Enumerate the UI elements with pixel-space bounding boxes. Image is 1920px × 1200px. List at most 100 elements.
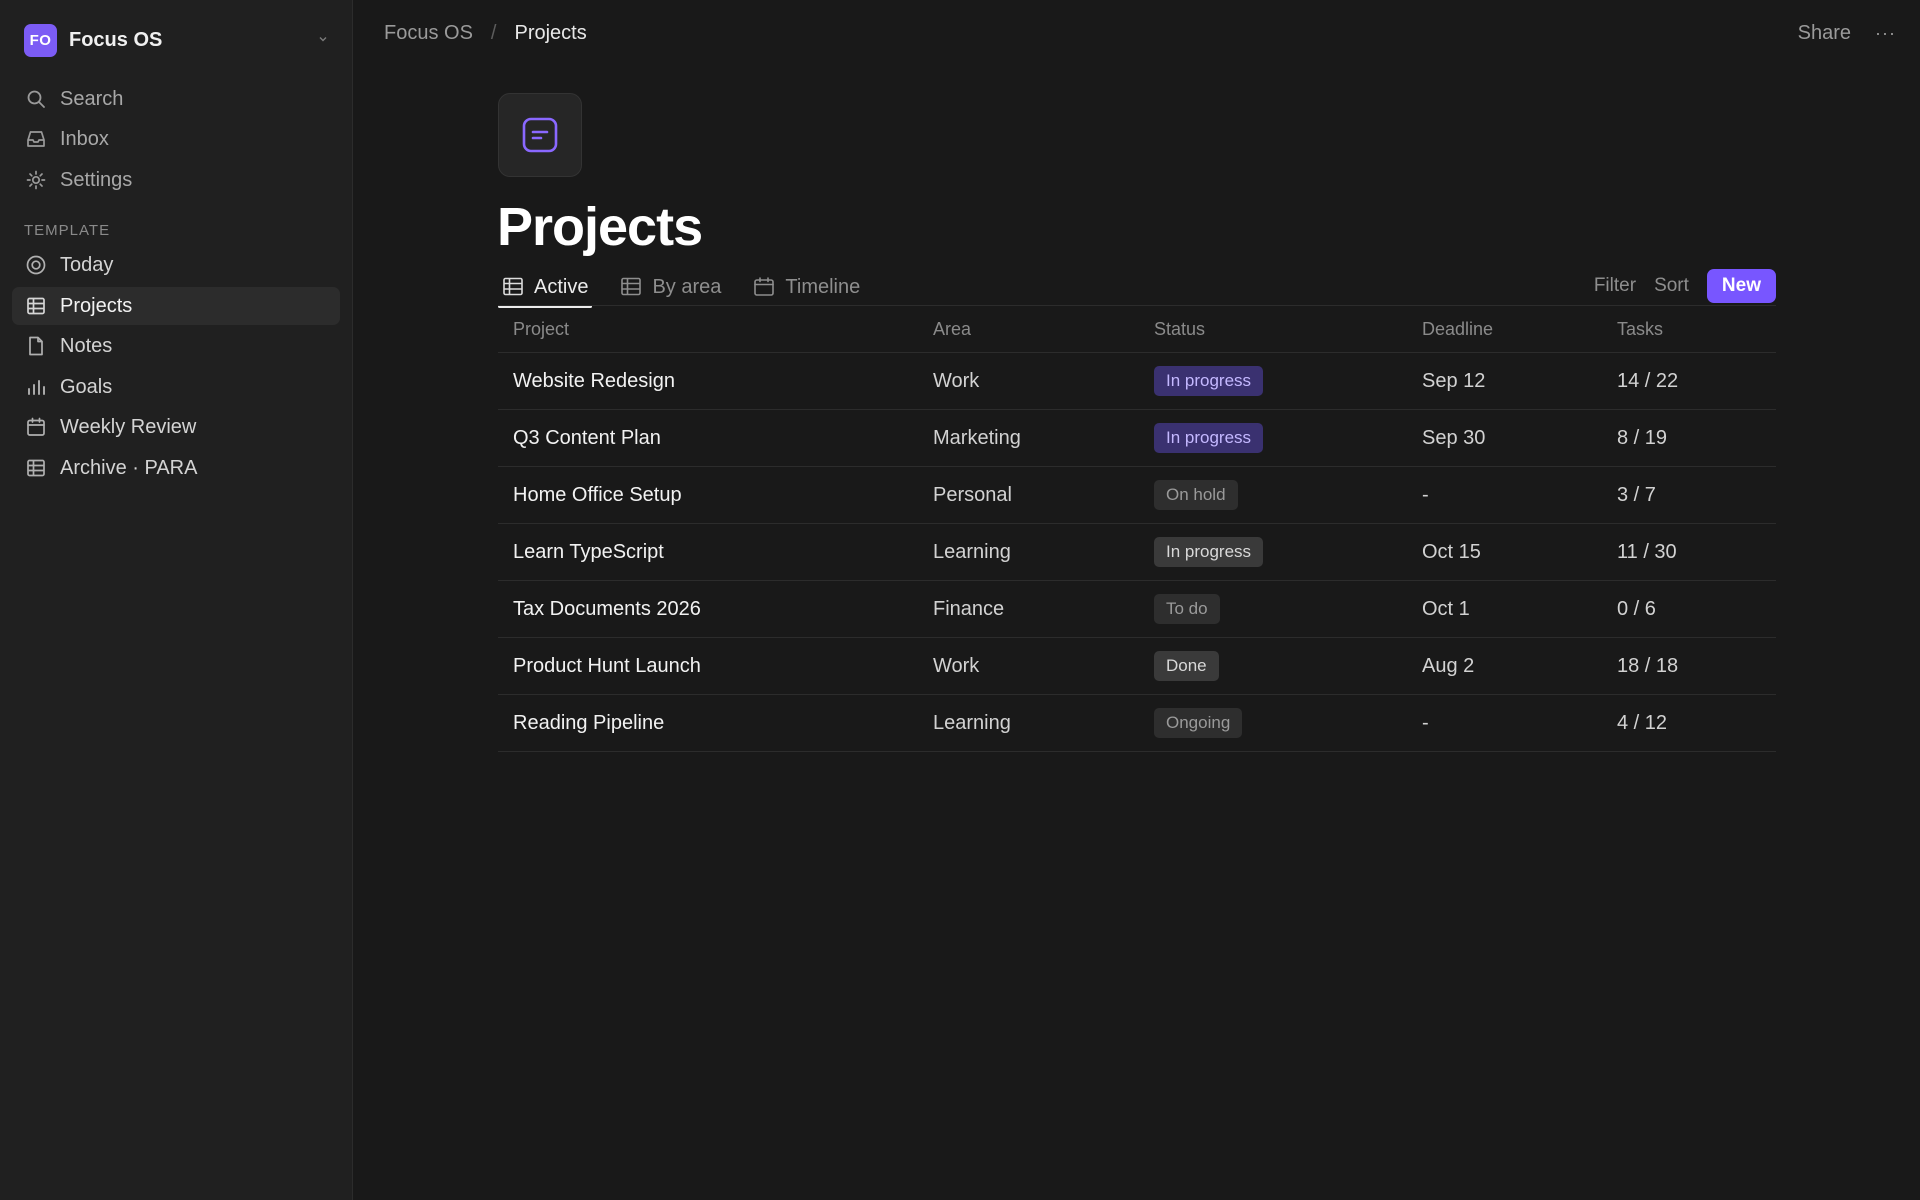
- cell-status: On hold: [1139, 480, 1407, 510]
- projects-table: Project Area Status Deadline Tasks Websi…: [498, 305, 1776, 752]
- cell-area: Learning: [933, 540, 1011, 563]
- sidebar-item-label: Projects: [60, 294, 133, 317]
- tab-label: Timeline: [785, 275, 861, 298]
- cell-project: Website Redesign: [513, 369, 675, 392]
- sidebar-item-label: Archive · PARA: [60, 456, 198, 479]
- table-row[interactable]: Learn TypeScript Learning In progress Oct 1…: [498, 524, 1776, 581]
- sidebar-item-weekly-review[interactable]: Weekly Review: [12, 408, 340, 446]
- tab-timeline[interactable]: Timeline: [749, 268, 864, 306]
- page-title: Projects: [497, 197, 703, 257]
- cell-deadline: Aug 2: [1422, 654, 1475, 677]
- table-icon: [620, 276, 642, 298]
- cell-area: Marketing: [933, 426, 1021, 449]
- table-icon: [25, 295, 47, 317]
- cell-deadline: Oct 15: [1422, 540, 1481, 563]
- cell-area: Finance: [933, 597, 1005, 620]
- sidebar-item-today[interactable]: Today: [12, 246, 340, 284]
- cell-area: Work: [933, 654, 980, 677]
- gear-icon: [25, 169, 47, 191]
- cell-project: Home Office Setup: [513, 483, 682, 506]
- cell-tasks: 3 / 7: [1617, 483, 1656, 506]
- sidebar-item-archive-para[interactable]: Archive · PARA: [12, 449, 340, 487]
- cell-tasks: 11 / 30: [1617, 540, 1677, 563]
- calendar-icon: [25, 416, 47, 438]
- sidebar-item-label: Notes: [60, 334, 113, 357]
- cell-project: Learn TypeScript: [513, 540, 664, 563]
- sidebar-item-inbox[interactable]: Inbox: [12, 120, 340, 158]
- new-button[interactable]: New: [1706, 269, 1776, 303]
- cell-status: To do: [1139, 594, 1407, 624]
- column-header-deadline[interactable]: Deadline: [1407, 319, 1602, 340]
- status-badge[interactable]: In progress: [1154, 366, 1264, 396]
- sidebar-section-label: TEMPLATE: [24, 222, 111, 239]
- sidebar-item-projects[interactable]: Projects: [12, 287, 340, 325]
- share-button[interactable]: Share: [1798, 22, 1851, 45]
- column-header-tasks[interactable]: Tasks: [1602, 319, 1776, 340]
- cell-project: Product Hunt Launch: [513, 654, 701, 677]
- inbox-icon: [25, 128, 47, 150]
- column-header-area[interactable]: Area: [918, 319, 1139, 340]
- status-badge[interactable]: To do: [1154, 594, 1220, 624]
- sidebar-item-search[interactable]: Search: [12, 80, 340, 118]
- cell-deadline: Oct 1: [1422, 597, 1470, 620]
- tab-label: Active: [534, 275, 589, 298]
- chevron-down-icon: [316, 32, 330, 46]
- cell-deadline: -: [1422, 483, 1429, 506]
- cell-area: Learning: [933, 711, 1011, 734]
- breadcrumb-separator: /: [490, 22, 497, 44]
- table-icon: [25, 457, 47, 479]
- tab-by-area[interactable]: By area: [616, 268, 725, 306]
- cell-project: Q3 Content Plan: [513, 426, 661, 449]
- table-row[interactable]: Tax Documents 2026 Finance To do Oct 1 0 / 6: [498, 581, 1776, 638]
- breadcrumb-current[interactable]: Projects: [514, 22, 586, 45]
- view-tabs: Active By area Timeline: [498, 268, 888, 308]
- view-actions: Filter Sort New: [1594, 268, 1776, 304]
- note-icon[interactable]: [498, 93, 582, 177]
- column-header-project[interactable]: Project: [498, 319, 918, 340]
- table-row[interactable]: Website Redesign Work In progress Sep 12 14 …: [498, 353, 1776, 410]
- status-badge[interactable]: On hold: [1154, 480, 1238, 510]
- calendar-icon: [753, 276, 775, 298]
- breadcrumb-root[interactable]: Focus OS: [384, 22, 473, 45]
- cell-deadline: -: [1422, 711, 1429, 734]
- sidebar-item-label: Search: [60, 87, 124, 110]
- cell-tasks: 4 / 12: [1617, 711, 1668, 734]
- sidebar-item-notes[interactable]: Notes: [12, 327, 340, 365]
- filter-button[interactable]: Filter: [1594, 275, 1636, 297]
- table-icon: [502, 276, 524, 298]
- status-badge[interactable]: Done: [1154, 651, 1219, 681]
- document-icon: [25, 335, 47, 357]
- sidebar-item-goals[interactable]: Goals: [12, 368, 340, 406]
- cell-tasks: 14 / 22: [1617, 369, 1679, 392]
- table-header: Project Area Status Deadline Tasks: [498, 306, 1776, 353]
- cell-deadline: Sep 12: [1422, 369, 1486, 392]
- table-row[interactable]: Home Office Setup Personal On hold - 3 / 7: [498, 467, 1776, 524]
- search-icon: [25, 88, 47, 110]
- cell-status: Done: [1139, 651, 1407, 681]
- status-badge[interactable]: In progress: [1154, 537, 1264, 567]
- tab-active[interactable]: Active: [498, 268, 593, 308]
- cell-area: Personal: [933, 483, 1012, 506]
- table-row[interactable]: Q3 Content Plan Marketing In progress Sep 3…: [498, 410, 1776, 467]
- sidebar-item-settings[interactable]: Settings: [12, 161, 340, 199]
- more-options-button[interactable]: ···: [1875, 23, 1896, 44]
- column-header-status[interactable]: Status: [1139, 319, 1407, 340]
- sidebar: FO Focus OS Search Inbox Settings TEMPLA…: [0, 0, 353, 1200]
- status-badge[interactable]: In progress: [1154, 423, 1264, 453]
- status-badge[interactable]: Ongoing: [1154, 708, 1243, 738]
- cell-tasks: 0 / 6: [1617, 597, 1656, 620]
- sidebar-item-label: Settings: [60, 168, 133, 191]
- table-row[interactable]: Reading Pipeline Learning Ongoing - 4 / 12: [498, 695, 1776, 752]
- workspace-switcher[interactable]: FO Focus OS: [12, 20, 342, 60]
- workspace-avatar: FO: [24, 23, 57, 57]
- cell-project: Tax Documents 2026: [513, 597, 701, 620]
- cell-tasks: 8 / 19: [1617, 426, 1668, 449]
- cell-status: Ongoing: [1139, 708, 1407, 738]
- table-row[interactable]: Product Hunt Launch Work Done Aug 2 18 / 18: [498, 638, 1776, 695]
- bar-chart-icon: [25, 376, 47, 398]
- cell-status: In progress: [1139, 537, 1407, 567]
- sidebar-item-label: Goals: [60, 375, 113, 398]
- table-body: Website Redesign Work In progress Sep 12 14 …: [498, 353, 1776, 752]
- breadcrumb: Focus OS / Projects: [384, 22, 587, 45]
- sort-button[interactable]: Sort: [1654, 275, 1689, 297]
